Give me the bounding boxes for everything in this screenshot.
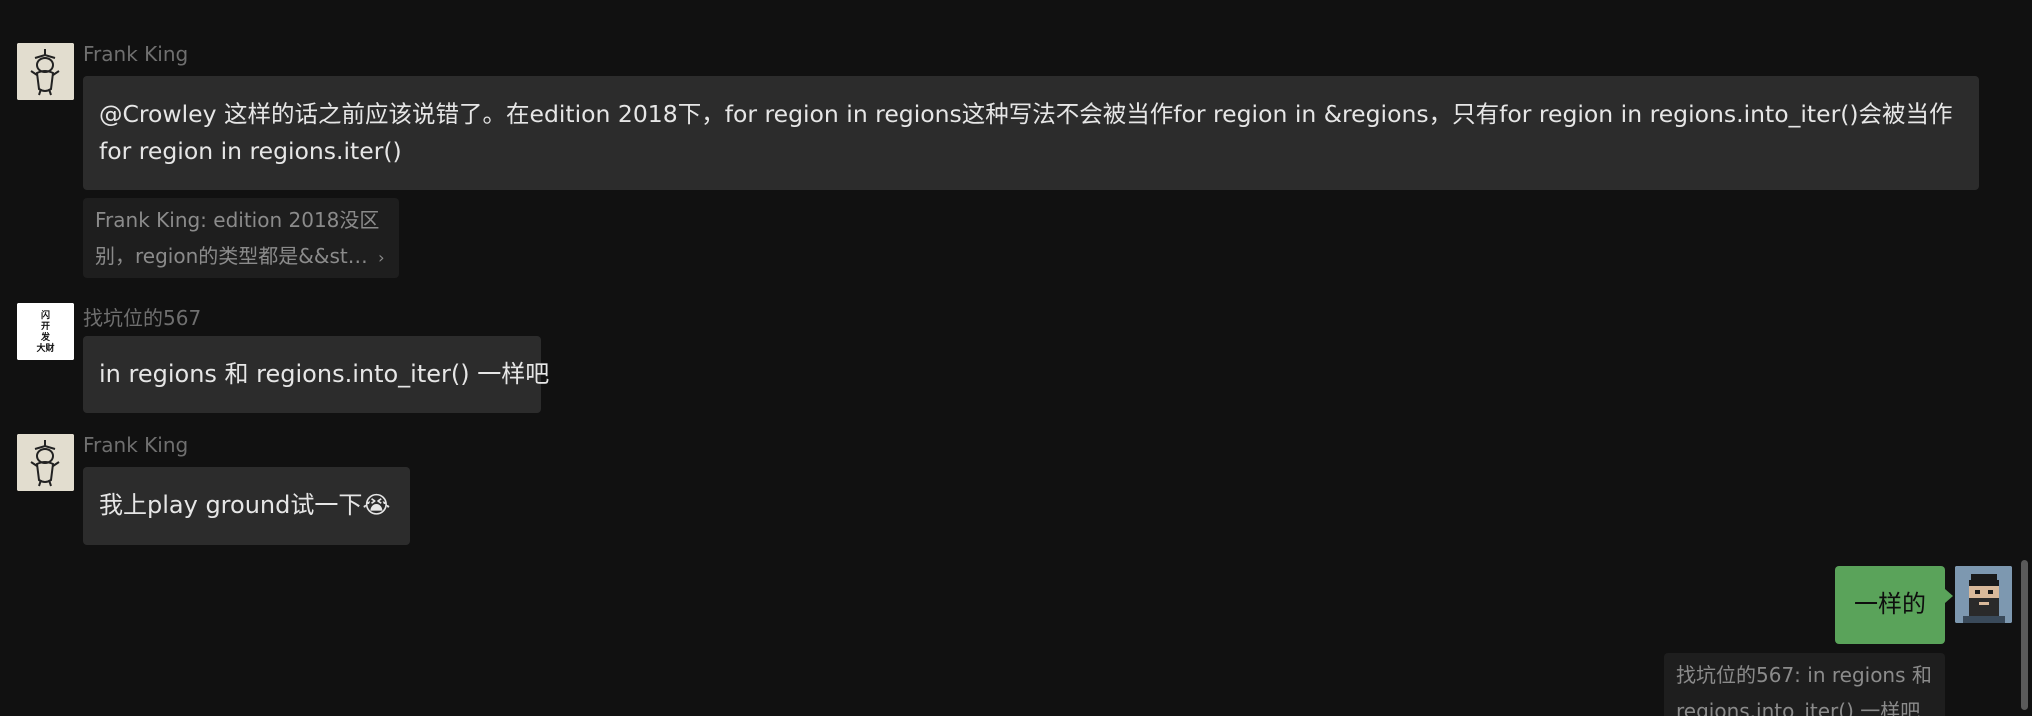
message-text: in regions 和 regions.into_iter() 一样吧 xyxy=(99,360,550,388)
quote-text-line: 别，region的类型都是&&st… xyxy=(95,244,368,268)
quote-text-line: regions.into_iter() 一样吧 xyxy=(1676,699,1921,716)
frank-king-avatar[interactable] xyxy=(17,434,74,491)
svg-text:大财: 大财 xyxy=(36,342,54,354)
scrollbar[interactable] xyxy=(2021,560,2028,710)
sender-name: 找坑位的567 xyxy=(83,306,202,330)
quoted-reply[interactable]: 找坑位的567: in regions 和 regions.into_iter(… xyxy=(1664,653,1945,716)
pixel-bearded-man-icon xyxy=(1955,566,2012,623)
crying-laughing-emoji-icon: 😭 xyxy=(362,491,391,519)
quote-text-line: 找坑位的567: in regions 和 xyxy=(1676,663,1932,687)
message-bubble[interactable]: @Crowley 这样的话之前应该说错了。在edition 2018下，for … xyxy=(83,76,1979,190)
doodle-figure-icon xyxy=(17,434,74,491)
svg-text:闪: 闪 xyxy=(41,309,50,321)
my-avatar[interactable] xyxy=(1955,566,2012,623)
message-text-line: @Crowley 这样的话之前应该说错了。在edition 2018下，for … xyxy=(99,100,1953,128)
message-text: 一样的 xyxy=(1854,590,1926,618)
frank-king-avatar[interactable] xyxy=(17,43,74,100)
quoted-reply[interactable]: Frank King: edition 2018没区 别，region的类型都是… xyxy=(83,198,399,278)
svg-text:发: 发 xyxy=(40,331,51,343)
user-567-avatar[interactable]: 闪 开 发 大财 xyxy=(17,303,74,360)
sender-name: Frank King xyxy=(83,42,189,66)
chat-message-list[interactable]: Frank King @Crowley 这样的话之前应该说错了。在edition… xyxy=(0,0,2032,716)
doodle-figure-icon xyxy=(17,43,74,100)
my-message-bubble[interactable]: 一样的 xyxy=(1835,566,1945,644)
sender-name: Frank King xyxy=(83,433,189,457)
message-bubble[interactable]: in regions 和 regions.into_iter() 一样吧 xyxy=(83,336,550,413)
quote-text-line: Frank King: edition 2018没区 xyxy=(95,208,380,232)
chevron-right-icon: › xyxy=(378,248,385,267)
message-text-line: for region in regions.iter() xyxy=(99,137,402,165)
message-bubble[interactable]: 我上play ground试一下😭 xyxy=(83,467,410,545)
calligraphy-icon: 闪 开 发 大财 xyxy=(17,303,74,360)
bubble-tail xyxy=(1945,589,1953,603)
message-text: 我上play ground试一下 xyxy=(99,491,363,519)
svg-text:开: 开 xyxy=(41,321,50,332)
